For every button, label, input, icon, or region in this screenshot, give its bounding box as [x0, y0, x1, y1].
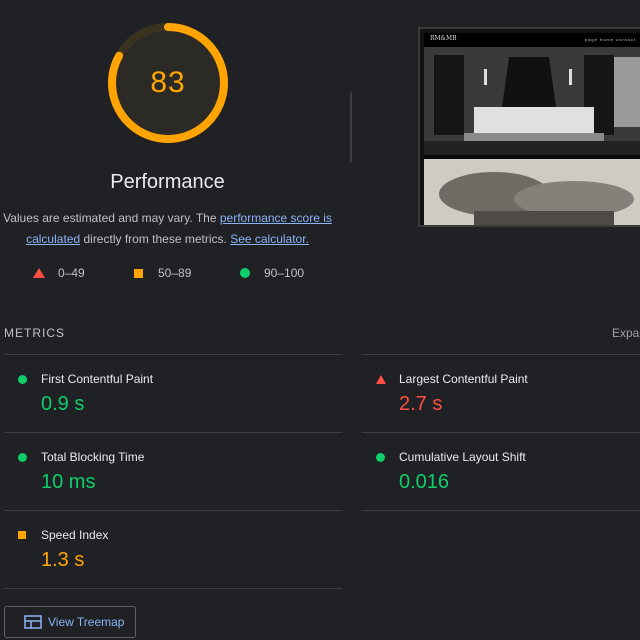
metric-largest-contentful-paint: Largest Contentful Paint 2.7 s — [376, 372, 636, 422]
red-triangle-icon — [376, 375, 386, 384]
red-triangle-icon — [33, 268, 45, 278]
screenshot-lower-image — [424, 159, 640, 225]
see-calculator-link[interactable]: See calculator. — [230, 232, 309, 246]
screenshot-header: RM&MB page home contact — [424, 33, 640, 47]
screenshot-nav: page home contact — [584, 37, 636, 42]
performance-score: 83 — [150, 66, 186, 99]
legend-label-average: 50–89 — [158, 266, 192, 280]
metric-name: Speed Index — [41, 528, 109, 542]
metric-name: Largest Contentful Paint — [399, 372, 528, 386]
metric-value: 1.3 s — [41, 549, 85, 571]
score-description: Values are estimated and may vary. The p… — [0, 208, 335, 250]
expand-view-toggle[interactable]: Expand view — [612, 326, 640, 340]
divider — [4, 354, 342, 355]
legend-item-average: 50–89 — [134, 264, 191, 282]
vertical-divider — [350, 92, 352, 162]
metric-cumulative-layout-shift: Cumulative Layout Shift 0.016 — [376, 450, 636, 500]
metric-speed-index: Speed Index 1.3 s — [18, 528, 338, 578]
metric-value: 0.9 s — [41, 393, 85, 415]
treemap-icon — [24, 615, 42, 629]
metric-value: 0.016 — [399, 471, 450, 493]
orange-square-icon — [134, 268, 143, 278]
green-circle-icon — [18, 453, 27, 462]
metric-value: 2.7 s — [399, 393, 443, 415]
screenshot-logo: RM&MB — [430, 35, 457, 42]
legend-item-good: 90–100 — [240, 264, 304, 282]
description-middle: directly from these metrics. — [80, 232, 231, 246]
legend-item-poor: 0–49 — [33, 264, 85, 282]
page-title: Performance — [110, 171, 225, 193]
legend-label-good: 90–100 — [264, 266, 305, 280]
divider — [4, 432, 342, 433]
performance-score-link[interactable]: performance score is — [220, 211, 332, 225]
divider — [362, 510, 640, 511]
metric-total-blocking-time: Total Blocking Time 10 ms — [18, 450, 338, 500]
performance-gauge: 83 — [107, 22, 229, 144]
green-circle-icon — [376, 453, 385, 462]
metrics-heading: METRICS — [4, 326, 65, 340]
screenshot-hero-image — [424, 47, 640, 155]
divider — [362, 432, 640, 433]
metric-name: Total Blocking Time — [41, 450, 145, 464]
metric-first-contentful-paint: First Contentful Paint 0.9 s — [18, 372, 338, 422]
divider — [362, 354, 640, 355]
metric-name: First Contentful Paint — [41, 372, 154, 386]
description-prefix: Values are estimated and may vary. The — [3, 211, 220, 225]
view-treemap-label[interactable]: View Treemap — [48, 615, 124, 629]
orange-square-icon — [18, 531, 26, 539]
final-screenshot[interactable]: RM&MB page home contact — [418, 27, 640, 227]
metric-name: Cumulative Layout Shift — [399, 450, 526, 464]
legend-label-poor: 0–49 — [58, 266, 85, 280]
metric-value: 10 ms — [41, 471, 96, 493]
divider — [4, 510, 342, 511]
divider — [4, 588, 342, 589]
green-circle-icon — [240, 268, 250, 278]
green-circle-icon — [18, 375, 27, 384]
performance-score-link-continued[interactable]: calculated — [26, 232, 80, 246]
view-treemap-button[interactable]: View Treemap — [4, 606, 136, 638]
